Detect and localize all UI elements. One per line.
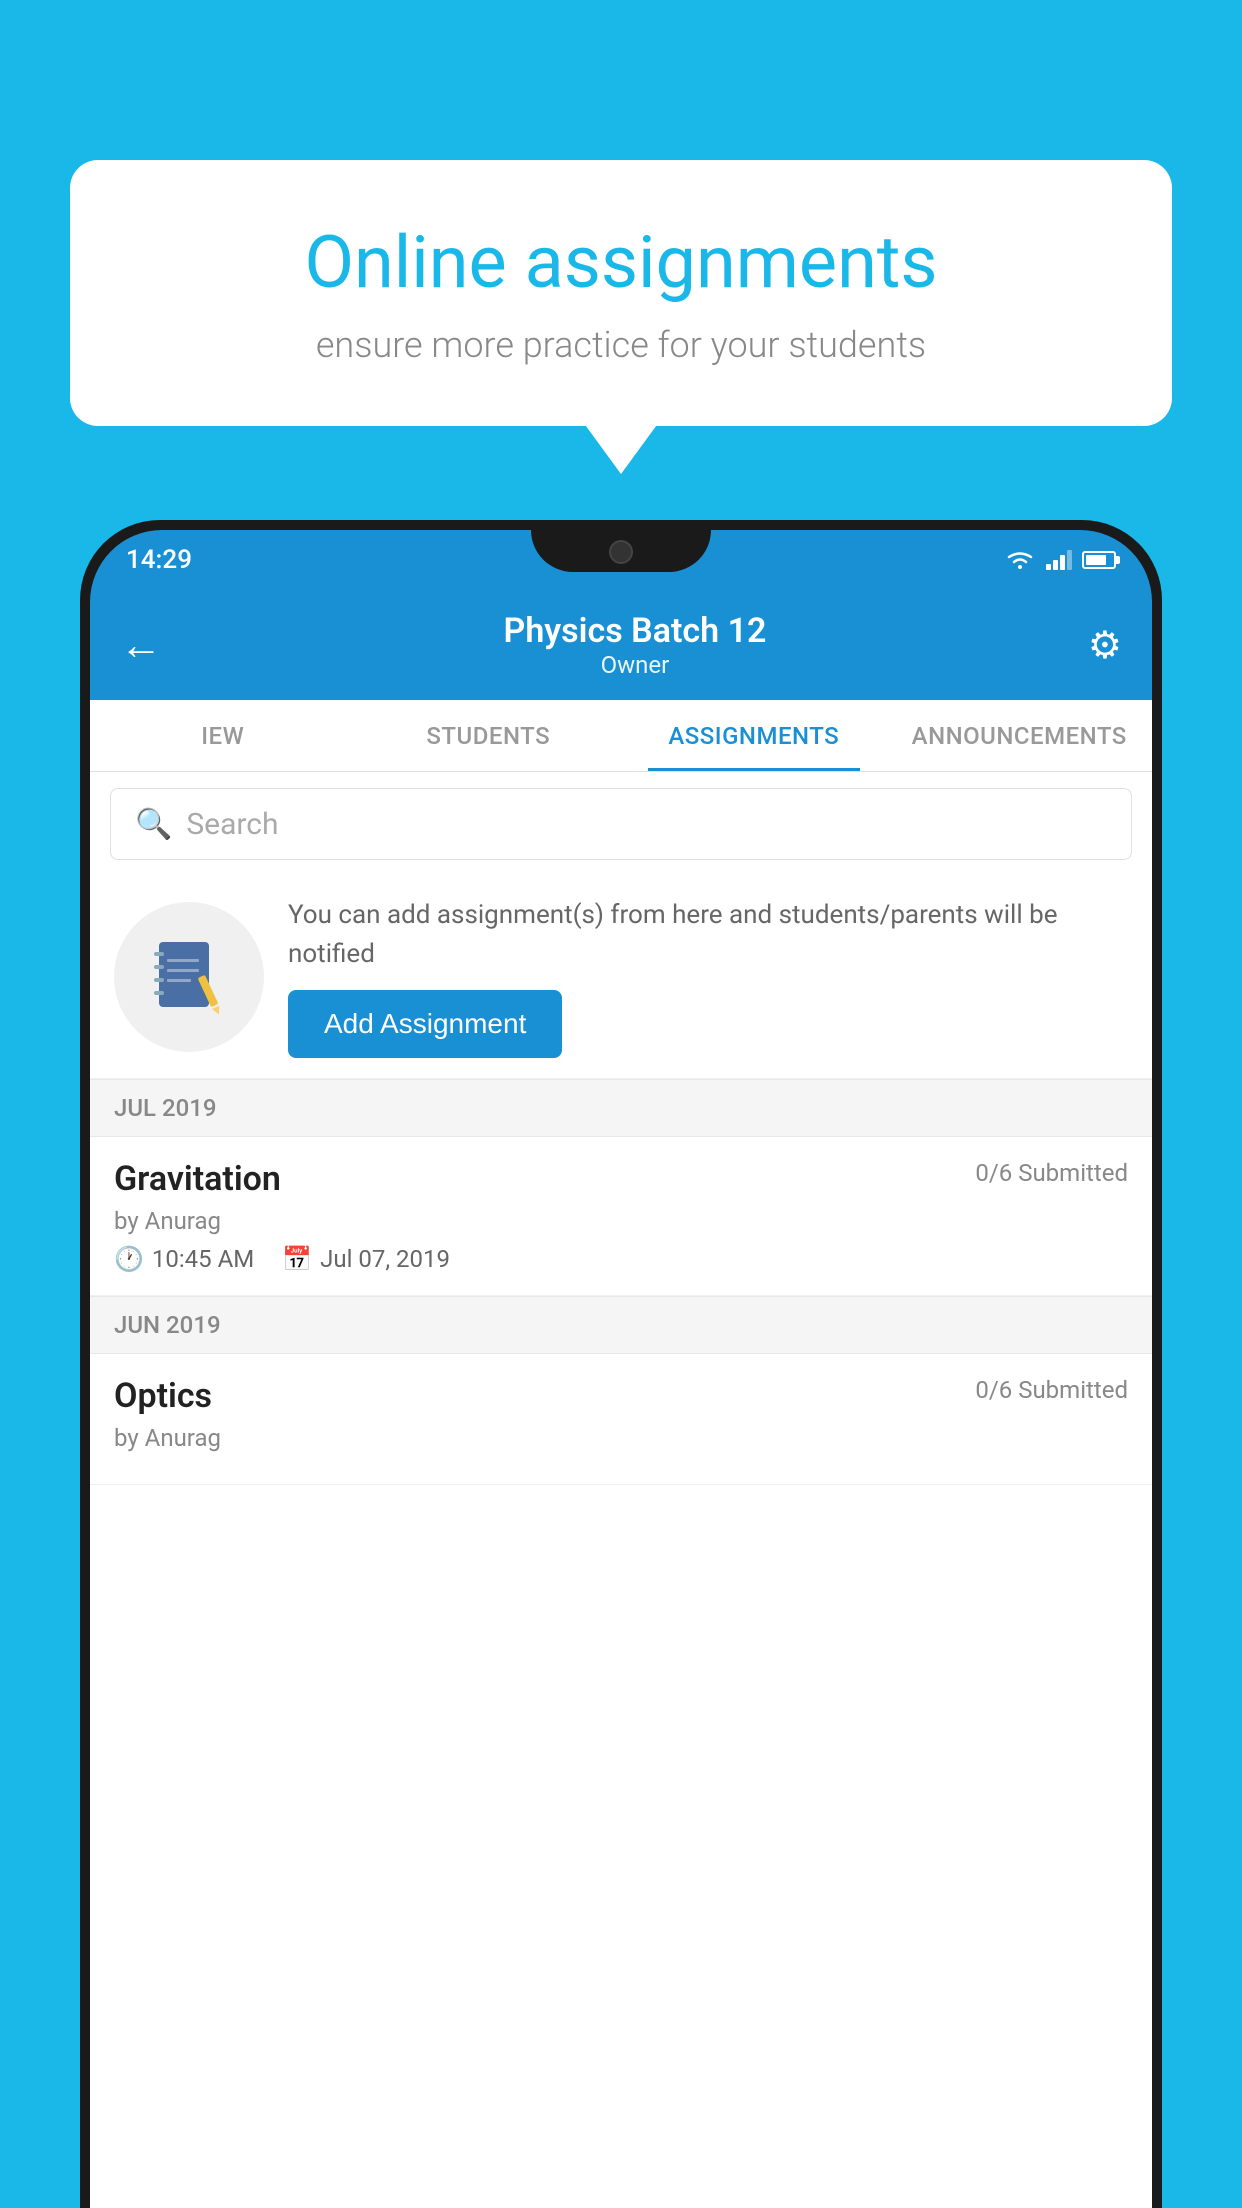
status-time: 14:29	[126, 545, 192, 575]
assignment-by-gravitation: by Anurag	[114, 1207, 1128, 1235]
assignment-top: Gravitation 0/6 Submitted	[114, 1159, 1128, 1199]
header-center: Physics Batch 12 Owner	[182, 611, 1088, 679]
front-camera	[609, 540, 633, 564]
speech-bubble: Online assignments ensure more practice …	[70, 160, 1172, 426]
assignment-meta-gravitation: 🕐 10:45 AM 📅 Jul 07, 2019	[114, 1245, 1128, 1273]
promo-icon-circle	[114, 902, 264, 1052]
tab-iew[interactable]: IEW	[90, 700, 356, 771]
tab-students[interactable]: STUDENTS	[356, 700, 622, 771]
status-icons	[1004, 549, 1116, 571]
assignment-item-optics[interactable]: Optics 0/6 Submitted by Anurag	[90, 1354, 1152, 1485]
search-icon: 🔍	[135, 807, 172, 842]
assignment-submitted-gravitation: 0/6 Submitted	[975, 1159, 1128, 1187]
assignment-top-optics: Optics 0/6 Submitted	[114, 1376, 1128, 1416]
add-assignment-button[interactable]: Add Assignment	[288, 990, 562, 1058]
back-button[interactable]: ←	[120, 621, 162, 670]
assignment-by-optics: by Anurag	[114, 1424, 1128, 1452]
clock-icon: 🕐	[114, 1245, 144, 1273]
assignment-name-optics: Optics	[114, 1376, 212, 1416]
promo-content: You can add assignment(s) from here and …	[288, 896, 1128, 1058]
tab-assignments[interactable]: ASSIGNMENTS	[621, 700, 887, 771]
search-bar[interactable]: 🔍 Search	[110, 788, 1132, 860]
settings-button[interactable]: ⚙	[1088, 623, 1122, 668]
screen-content: 🔍 Search	[90, 772, 1152, 2208]
phone-notch	[531, 530, 711, 572]
add-assignment-promo: You can add assignment(s) from here and …	[90, 876, 1152, 1079]
battery-icon	[1082, 551, 1116, 569]
phone-frame: 14:29	[80, 520, 1162, 2208]
section-header-jun: JUN 2019	[90, 1296, 1152, 1354]
assignment-item-gravitation[interactable]: Gravitation 0/6 Submitted by Anurag 🕐 10…	[90, 1137, 1152, 1296]
speech-bubble-wrapper: Online assignments ensure more practice …	[70, 160, 1172, 426]
signal-icon	[1046, 550, 1072, 570]
assignment-submitted-optics: 0/6 Submitted	[975, 1376, 1128, 1404]
assignment-time-gravitation: 🕐 10:45 AM	[114, 1245, 254, 1273]
tab-bar: IEW STUDENTS ASSIGNMENTS ANNOUNCEMENTS	[90, 700, 1152, 772]
phone-inner: 14:29	[90, 530, 1152, 2208]
notebook-icon	[149, 937, 229, 1017]
assignment-date-gravitation: 📅 Jul 07, 2019	[282, 1245, 450, 1273]
speech-bubble-subtitle: ensure more practice for your students	[140, 324, 1102, 366]
calendar-icon: 📅	[282, 1245, 312, 1273]
tab-announcements[interactable]: ANNOUNCEMENTS	[887, 700, 1153, 771]
promo-text: You can add assignment(s) from here and …	[288, 896, 1128, 974]
wifi-icon	[1004, 549, 1036, 571]
owner-label: Owner	[182, 651, 1088, 679]
assignment-name-gravitation: Gravitation	[114, 1159, 281, 1199]
section-header-jul: JUL 2019	[90, 1079, 1152, 1137]
batch-title: Physics Batch 12	[182, 611, 1088, 651]
app-header: ← Physics Batch 12 Owner ⚙	[90, 590, 1152, 700]
search-placeholder: Search	[186, 807, 278, 842]
speech-bubble-title: Online assignments	[140, 220, 1102, 306]
